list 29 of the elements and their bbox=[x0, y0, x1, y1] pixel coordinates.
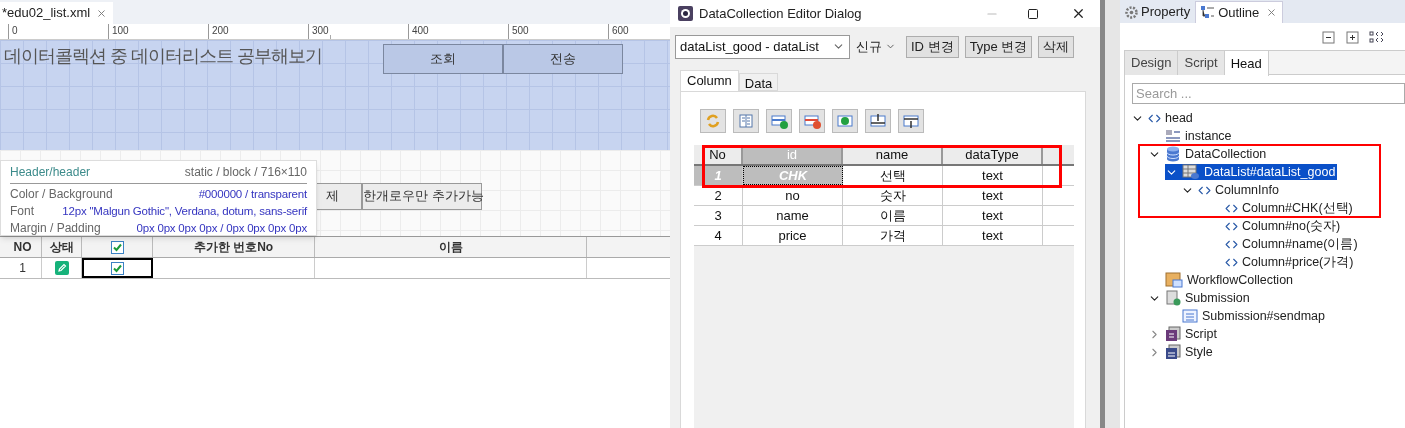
grid-header: 추가한 번호No bbox=[153, 237, 315, 257]
table-cell: 1 bbox=[694, 166, 743, 185]
table-cell: 3 bbox=[694, 206, 743, 225]
table-cell: text bbox=[943, 226, 1043, 245]
table-cell: 4 bbox=[694, 226, 743, 245]
table-cell: no bbox=[743, 186, 843, 205]
table-cell: name bbox=[743, 206, 843, 225]
tooltip-label: Font bbox=[10, 203, 34, 220]
grid-cell: 1 bbox=[4, 258, 42, 278]
table-cell: text bbox=[943, 206, 1043, 225]
grid-header: 상태 bbox=[42, 237, 82, 257]
table-cell: 이름 bbox=[843, 206, 943, 225]
grid-header: NO bbox=[4, 237, 42, 257]
table-cell: price bbox=[743, 226, 843, 245]
grid-header: 이름 bbox=[315, 237, 587, 257]
table-cell: 숫자 bbox=[843, 186, 943, 205]
tooltip-label: Margin / Padding bbox=[10, 220, 101, 237]
tooltip-value: 12px "Malgun Gothic", Verdana, dotum, sans-serif bbox=[62, 204, 307, 219]
tooltip-info: static / block / 716×110 bbox=[184, 164, 307, 181]
tooltip-value: #000000 / transparent bbox=[198, 187, 307, 202]
tooltip-title: Header/header bbox=[10, 164, 91, 181]
table-cell: 2 bbox=[694, 186, 743, 205]
table-cell: 가격 bbox=[843, 226, 943, 245]
window-title: DataCollection Editor Dialog bbox=[699, 4, 863, 23]
tooltip-value: 0px 0px 0px 0px / 0px 0px 0px 0px bbox=[136, 221, 307, 236]
table-cell: CHK bbox=[743, 166, 843, 185]
table-cell: text bbox=[943, 186, 1043, 205]
tooltip-label: Color / Background bbox=[10, 186, 113, 203]
header-title: 데이터콜렉션 중 데이터리스트 공부해보기 bbox=[4, 45, 323, 68]
